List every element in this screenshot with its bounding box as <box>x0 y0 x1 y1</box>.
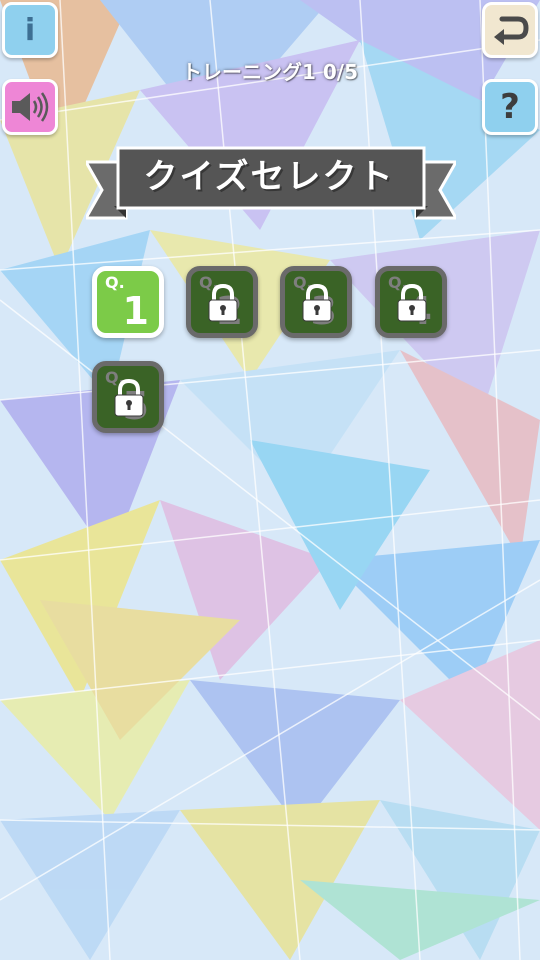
quiz-tile-1[interactable]: Q. 1 <box>92 266 164 338</box>
speaker-icon <box>12 92 49 122</box>
help-button[interactable]: ? <box>482 79 538 135</box>
quiz-tile-2[interactable]: Q. 2 <box>186 266 258 338</box>
quiz-tile-3[interactable]: Q. 3 <box>280 266 352 338</box>
quiz-tile-4[interactable]: Q. 4 <box>375 266 447 338</box>
lock-icon <box>302 283 332 322</box>
info-icon: i <box>24 12 36 48</box>
return-arrow-icon <box>494 16 529 45</box>
sound-button[interactable] <box>2 79 58 135</box>
quiz-select-title: クイズセレクト <box>143 157 395 197</box>
quiz-tile-5[interactable]: Q. 5 <box>92 361 164 433</box>
quiz-number: 1 <box>122 289 149 333</box>
lock-icon <box>114 378 144 417</box>
info-button[interactable]: i <box>2 2 58 58</box>
lock-icon <box>208 283 238 322</box>
back-button[interactable] <box>482 2 538 58</box>
training-progress: トレーニング1 0/5 <box>181 60 358 84</box>
help-icon: ? <box>500 87 520 127</box>
lock-icon <box>397 283 427 322</box>
